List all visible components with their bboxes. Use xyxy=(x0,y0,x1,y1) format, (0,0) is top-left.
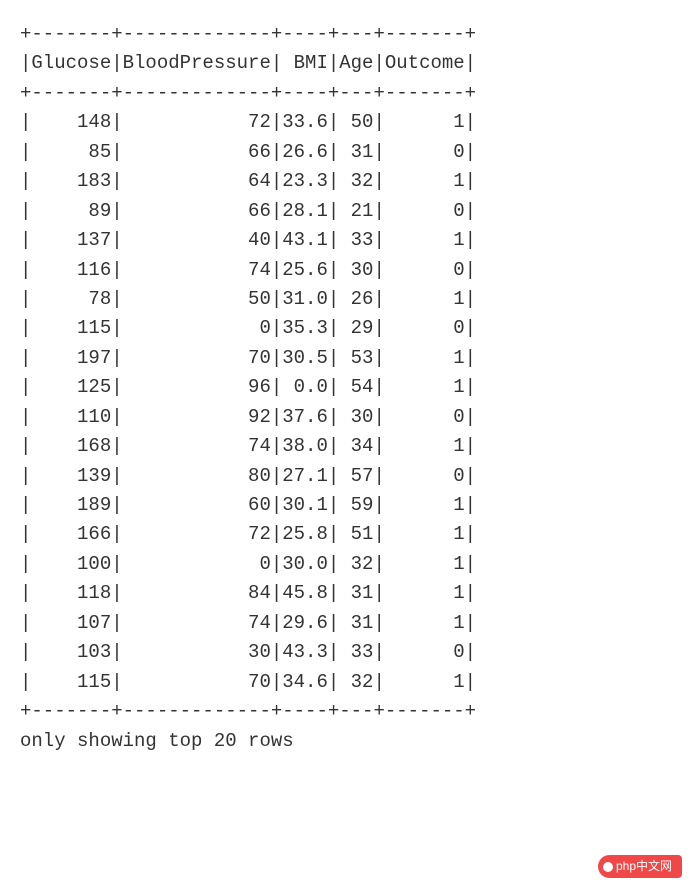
dataframe-table: +-------+-------------+----+---+-------+… xyxy=(20,20,680,756)
watermark-badge: php中文网 xyxy=(598,855,682,878)
